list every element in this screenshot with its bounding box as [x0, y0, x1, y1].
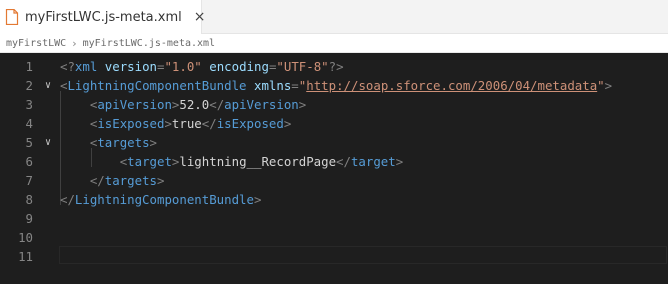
code-tag-name: LightningComponentBundle [74, 192, 254, 207]
code-line[interactable]: 9 [0, 209, 668, 228]
breadcrumb-folder[interactable]: myFirstLWC [6, 38, 66, 49]
line-number: 9 [25, 211, 33, 226]
code-tag-name: isExposed [97, 116, 165, 131]
code-string: " [597, 78, 605, 93]
line-number: 6 [25, 154, 33, 169]
line-number: 3 [25, 97, 33, 112]
code-tag-name: target [350, 154, 396, 169]
code-text: lightning__RecordPage [179, 154, 337, 169]
code-editor[interactable]: 1 <?xml version="1.0" encoding="UTF-8"?> 2… [0, 53, 668, 284]
code-content: <LightningComponentBundle xmlns="http://… [60, 78, 612, 93]
code-attribute: xmlns [253, 78, 292, 93]
code-content: </LightningComponentBundle> [60, 192, 261, 207]
code-content: </targets> [60, 173, 165, 188]
code-string: "1.0" [164, 59, 202, 74]
code-line[interactable]: 11 [0, 247, 668, 266]
code-tag-name: LightningComponentBundle [67, 78, 247, 93]
code-punctuation: </ [209, 97, 225, 112]
code-line[interactable]: 1 <?xml version="1.0" encoding="UTF-8"?> [0, 57, 668, 76]
line-number: 2 [25, 78, 33, 93]
code-content: <targets> [60, 135, 157, 150]
code-line[interactable]: 10 [0, 228, 668, 247]
tab-title: myFirstLWC.js-meta.xml [25, 9, 182, 25]
code-punctuation: </ [336, 154, 351, 169]
code-line[interactable]: 2 ∨ <LightningComponentBundle xmlns="http:… [0, 76, 668, 95]
code-punctuation: > [395, 154, 404, 169]
line-number: 4 [25, 116, 33, 131]
code-content: <apiVersion>52.0</apiVersion> [60, 97, 306, 112]
code-punctuation: > [283, 116, 292, 131]
code-punctuation: > [156, 173, 165, 188]
code-content: <isExposed>true</isExposed> [60, 116, 291, 131]
fold-chevron-icon[interactable]: ∨ [42, 80, 54, 91]
line-number: 10 [18, 230, 33, 245]
code-tag-name: apiVersion [97, 97, 172, 112]
code-punctuation: > [604, 78, 613, 93]
code-string: "UTF-8" [276, 59, 329, 74]
tab-bar: myFirstLWC.js-meta.xml × [0, 0, 668, 34]
line-number: 8 [25, 192, 33, 207]
breadcrumb-file[interactable]: myFirstLWC.js-meta.xml [83, 38, 215, 49]
code-tag-name: isExposed [216, 116, 284, 131]
line-number: 11 [18, 249, 33, 264]
fold-chevron-icon[interactable]: ∨ [42, 137, 54, 148]
code-line[interactable]: 6 <target>lightning__RecordPage</target> [0, 152, 668, 171]
code-attribute: encoding [209, 59, 269, 74]
file-icon [5, 8, 19, 26]
code-punctuation: <? [60, 59, 75, 74]
code-text: true [171, 116, 202, 131]
code-line[interactable]: 3 <apiVersion>52.0</apiVersion> [0, 95, 668, 114]
code-punctuation: </ [89, 173, 105, 188]
close-icon[interactable]: × [194, 10, 206, 24]
code-link[interactable]: http://soap.sforce.com/2006/04/metadata [306, 78, 597, 93]
code-punctuation: > [253, 192, 262, 207]
code-tag-name: targets [97, 135, 150, 150]
code-punctuation: </ [60, 192, 75, 207]
code-punctuation: > [164, 116, 172, 131]
code-punctuation: = [291, 78, 299, 93]
code-punctuation: > [149, 135, 157, 150]
code-tag-name: targets [104, 173, 157, 188]
tab-editor-file[interactable]: myFirstLWC.js-meta.xml × [0, 0, 205, 34]
code-tag-name: apiVersion [224, 97, 299, 112]
line-number: 1 [25, 59, 33, 74]
code-tag-name: target [127, 154, 172, 169]
code-content: <target>lightning__RecordPage</target> [60, 154, 404, 169]
code-punctuation: ?> [328, 59, 344, 74]
code-content: <?xml version="1.0" encoding="UTF-8"?> [60, 59, 344, 74]
code-punctuation: > [298, 97, 307, 112]
chevron-right-icon: › [72, 36, 77, 50]
code-tag-name: xml [74, 59, 98, 74]
code-line[interactable]: 5 ∨ <targets> [0, 133, 668, 152]
code-attribute: version [104, 59, 157, 74]
code-line[interactable]: 4 <isExposed>true</isExposed> [0, 114, 668, 133]
code-line[interactable]: 8 </LightningComponentBundle> [0, 190, 668, 209]
line-number: 5 [25, 135, 33, 150]
line-number: 7 [25, 173, 33, 188]
code-text: 52.0 [179, 97, 210, 112]
breadcrumb: myFirstLWC › myFirstLWC.js-meta.xml [0, 34, 668, 53]
code-line[interactable]: 7 </targets> [0, 171, 668, 190]
code-punctuation: </ [201, 116, 217, 131]
